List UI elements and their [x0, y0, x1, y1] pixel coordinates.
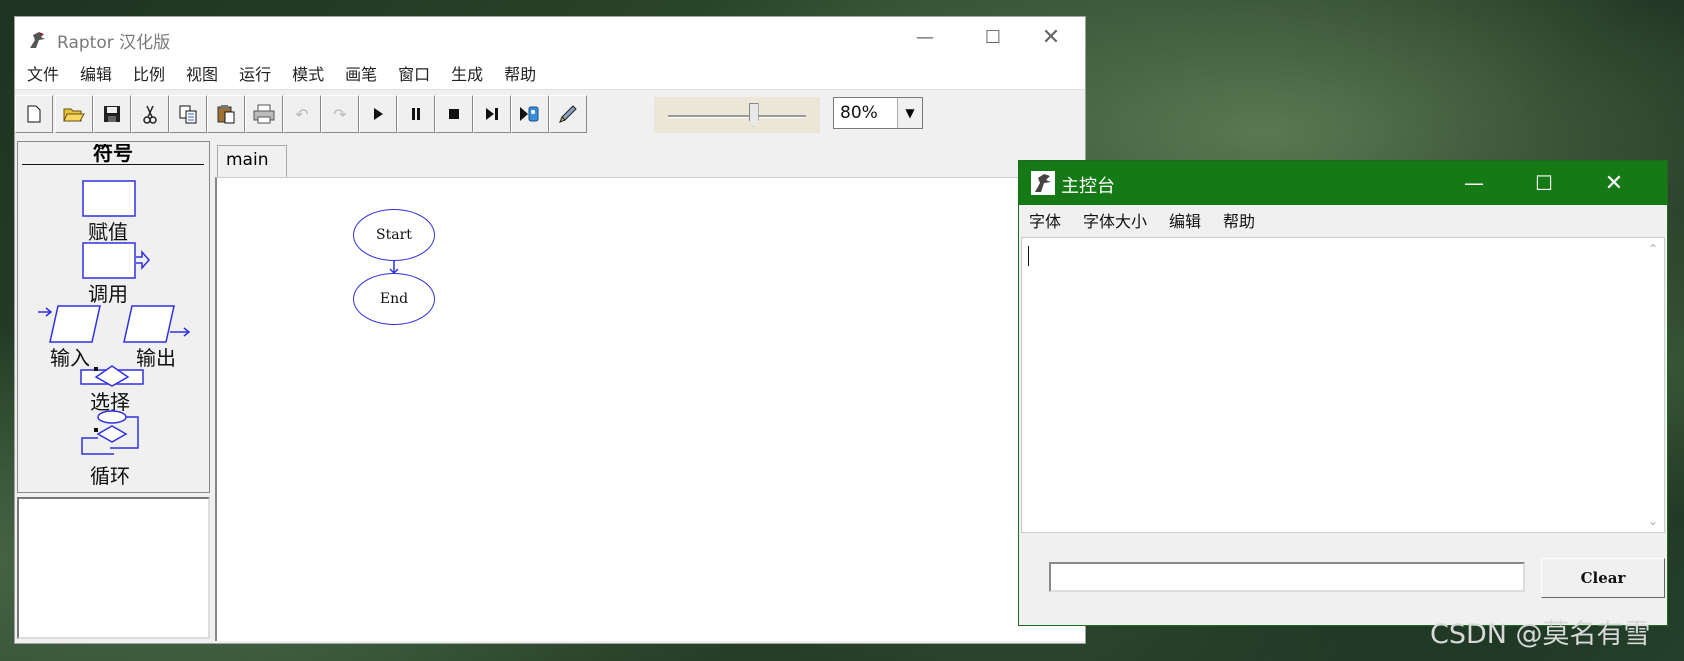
zoom-select[interactable]: 80% ▼ — [833, 97, 923, 129]
close-icon[interactable]: ✕ — [1017, 17, 1085, 57]
console-titlebar[interactable]: 主控台 — ☐ ✕ — [1019, 161, 1667, 205]
raptor-logo-icon — [1031, 171, 1055, 195]
output-symbol-icon[interactable] — [122, 304, 194, 344]
call-symbol-icon[interactable] — [82, 242, 152, 280]
tab-main[interactable]: main — [217, 145, 287, 177]
copy-icon — [179, 105, 197, 124]
save-icon — [104, 106, 120, 122]
menu-view[interactable]: 视图 — [184, 59, 220, 87]
paste-icon — [217, 105, 235, 124]
debug-button[interactable] — [511, 95, 549, 133]
raptor-logo-icon — [30, 32, 45, 48]
console-maximize-icon[interactable]: ☐ — [1509, 161, 1579, 205]
play-icon — [374, 108, 383, 120]
raptor-menubar: 文件 编辑 比例 视图 运行 模式 画笔 窗口 生成 帮助 — [15, 57, 1085, 90]
print-button[interactable] — [245, 95, 283, 133]
loop-symbol-icon[interactable] — [80, 410, 146, 456]
step-button[interactable] — [473, 95, 511, 133]
symbol-label-call: 调用 — [88, 282, 128, 306]
redo-icon: ↷ — [333, 104, 347, 124]
menu-file[interactable]: 文件 — [25, 59, 61, 87]
pause-icon — [412, 108, 420, 120]
console-close-icon[interactable]: ✕ — [1579, 161, 1649, 205]
raptor-window: Raptor 汉化版 — ☐ ✕ 文件 编辑 比例 视图 运行 模式 画笔 窗口… — [14, 16, 1086, 644]
selection-symbol-icon[interactable] — [80, 364, 146, 388]
console-minimize-icon[interactable]: — — [1439, 161, 1509, 205]
open-icon — [63, 108, 85, 122]
symbol-label-assign: 赋值 — [88, 220, 128, 244]
menu-ink[interactable]: 画笔 — [343, 59, 379, 87]
redo-button[interactable]: ↷ — [321, 95, 359, 133]
raptor-title: Raptor 汉化版 — [57, 33, 171, 53]
console-input[interactable] — [1049, 562, 1525, 592]
text-caret — [1028, 246, 1029, 266]
open-button[interactable] — [55, 95, 93, 133]
console-output[interactable]: ⌃ ⌄ — [1021, 237, 1665, 533]
assignment-symbol-icon[interactable] — [82, 180, 138, 218]
new-icon — [27, 105, 41, 123]
console-menubar: 字体 字体大小 编辑 帮助 — [1019, 205, 1667, 235]
variables-panel — [17, 497, 210, 639]
input-symbol-icon[interactable] — [36, 304, 102, 344]
minimize-icon[interactable]: — — [891, 17, 959, 57]
clear-button[interactable]: Clear — [1541, 558, 1665, 598]
stop-button[interactable] — [435, 95, 473, 133]
save-button[interactable] — [93, 95, 131, 133]
zoom-value: 80% — [840, 103, 878, 123]
pen-button[interactable] — [549, 95, 587, 133]
menu-edit[interactable]: 编辑 — [78, 59, 114, 87]
flowchart-canvas[interactable]: Start End — [215, 177, 1085, 641]
scroll-down-icon[interactable]: ⌄ — [1648, 514, 1658, 528]
console-title: 主控台 — [1061, 176, 1115, 197]
tab-strip: main — [215, 141, 1085, 177]
console-menu-help[interactable]: 帮助 — [1223, 208, 1255, 232]
menu-run[interactable]: 运行 — [237, 59, 273, 87]
console-window: 主控台 — ☐ ✕ 字体 字体大小 编辑 帮助 ⌃ ⌄ Clear — [1018, 160, 1668, 626]
scroll-up-icon[interactable]: ⌃ — [1648, 242, 1658, 256]
chevron-down-icon[interactable]: ▼ — [897, 98, 922, 128]
menu-mode[interactable]: 模式 — [290, 59, 326, 87]
step-icon — [486, 108, 498, 120]
print-icon — [253, 104, 275, 124]
console-menu-edit[interactable]: 编辑 — [1169, 208, 1201, 232]
paste-button[interactable] — [207, 95, 245, 133]
stop-icon — [449, 109, 459, 119]
menu-window[interactable]: 窗口 — [396, 59, 432, 87]
console-scrollbar[interactable]: ⌃ ⌄ — [1644, 238, 1664, 532]
debug-icon — [520, 106, 539, 122]
undo-button[interactable]: ↶ — [283, 95, 321, 133]
pen-icon — [559, 105, 577, 123]
symbol-label-loop: 循环 — [90, 464, 130, 488]
console-menu-font-size[interactable]: 字体大小 — [1083, 208, 1147, 232]
watermark: CSDN @莫名有雪 — [1430, 619, 1651, 650]
console-menu-font[interactable]: 字体 — [1029, 208, 1061, 232]
copy-button[interactable] — [169, 95, 207, 133]
cut-button[interactable] — [131, 95, 169, 133]
undo-icon: ↶ — [295, 104, 309, 124]
end-node[interactable]: End — [353, 273, 435, 325]
start-node[interactable]: Start — [353, 209, 435, 261]
pause-button[interactable] — [397, 95, 435, 133]
raptor-toolbar: ↶ ↷ — [15, 95, 1085, 137]
menu-help[interactable]: 帮助 — [502, 59, 538, 87]
slider-track — [668, 115, 806, 118]
menu-generate[interactable]: 生成 — [449, 59, 485, 87]
new-button[interactable] — [15, 95, 53, 133]
cut-icon — [143, 105, 157, 124]
symbols-panel: 符号 赋值 调用 输入 输出 选择 循环 — [17, 141, 210, 493]
menu-scale[interactable]: 比例 — [131, 59, 167, 87]
symbols-header: 符号 — [22, 144, 204, 165]
play-button[interactable] — [359, 95, 397, 133]
raptor-titlebar[interactable]: Raptor 汉化版 — ☐ ✕ — [15, 17, 1085, 57]
zoom-slider[interactable] — [654, 97, 820, 133]
slider-thumb[interactable] — [748, 103, 759, 127]
